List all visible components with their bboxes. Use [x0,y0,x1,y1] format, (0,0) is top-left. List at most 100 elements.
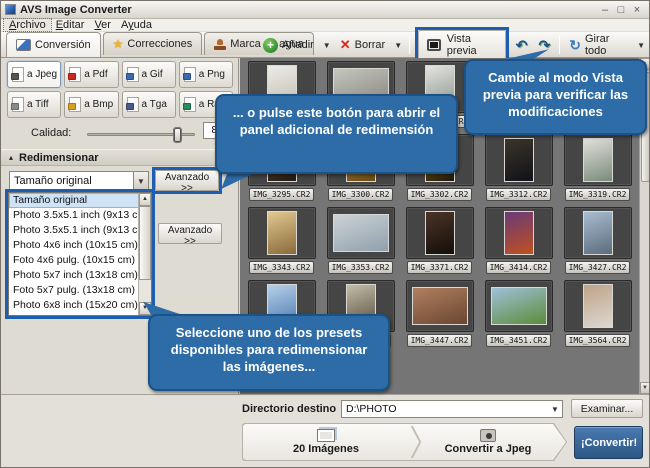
format-a-bmp-button[interactable]: a Bmp [64,91,118,118]
format-label: a Tga [142,99,167,110]
format-a-png-button[interactable]: a Png [179,61,233,88]
preview-label: Vista previa [447,33,497,57]
format-a-gif-button[interactable]: a Gif [122,61,176,88]
resize-section-header[interactable]: ▴ Redimensionar [1,149,238,166]
format-label: a Gif [142,69,163,80]
rotate-left-button[interactable]: ↶ [512,36,532,54]
thumbnail-filename: IMG_3564.CR2 [565,334,631,347]
destination-path: D:\PHOTO [342,403,548,415]
thumbnail-frame [248,207,316,259]
format-a-tga-button[interactable]: a Tga [122,91,176,118]
grid-item[interactable]: IMG_3427.CR2 [558,207,637,277]
scroll-up-icon[interactable]: ▲ [139,193,151,206]
menu-item-ayuda[interactable]: Ayuda [116,19,157,31]
file-format-icon [127,97,139,112]
thumbnail-filename: IMG_3353.CR2 [328,261,394,274]
images-stack-icon [317,429,335,442]
menu-item-editar[interactable]: Editar [51,19,90,31]
delete-icon: ✕ [340,37,351,53]
add-button[interactable]: + Añadir [259,36,318,55]
convert-action-label: Convertir a Jpeg [445,443,532,455]
browse-button[interactable]: Examinar... [571,399,643,418]
thumbnail-frame [406,207,474,259]
thumbnail-filename: IMG_3427.CR2 [565,261,631,274]
preset-option[interactable]: Photo 5x7 inch (13x18 cm) normal [9,268,151,283]
preset-option[interactable]: Tamaño original [9,193,151,208]
quality-slider[interactable] [87,133,195,136]
delete-label: Borrar [355,39,386,51]
format-a-jpeg-button[interactable]: a Jpeg [7,61,61,88]
resize-header-label: Redimensionar [19,152,98,164]
scrollbar-thumb[interactable] [139,206,151,280]
thumbnail-frame [485,134,553,186]
thumbnail-filename: IMG_3312.CR2 [486,188,552,201]
preset-list-scrollbar[interactable]: ▲ ▼ [138,193,151,315]
quality-slider-thumb[interactable] [173,127,182,143]
preset-option[interactable]: Photo 3.5x5.1 inch (9x13 cm) 300dpi [9,223,151,238]
tab-label: Conversión [35,39,91,51]
grid-item[interactable]: IMG_3312.CR2 [479,134,558,204]
thumbnail-photo [491,287,547,325]
conversion-icon [16,39,31,51]
toolbar: + Añadir ▼ ✕ Borrar ▼ Vista previa ↶ ↷ ↻ [259,32,647,58]
add-dropdown-arrow[interactable]: ▼ [321,41,333,50]
resize-preset-combo[interactable]: Tamaño original ▼ [9,171,149,191]
thumbnail-frame [564,280,632,332]
preset-option[interactable]: Foto 4x6 pulg. (10x15 cm) 300dpi [9,253,151,268]
preset-option[interactable]: Photo 6x8 inch (15x20 cm) normal [9,298,151,313]
grid-item[interactable]: IMG_3414.CR2 [479,207,558,277]
thumbnail-frame [485,280,553,332]
grid-item[interactable]: IMG_3447.CR2 [400,280,479,350]
advanced-button-2[interactable]: Avanzado >> [158,223,222,244]
thumbnail-photo [504,211,534,255]
combo-dropdown-arrow[interactable]: ▼ [133,172,148,190]
minimize-button[interactable]: – [597,2,613,18]
chevron-divider [410,425,422,459]
thumbnail-frame [564,134,632,186]
file-format-icon [69,67,81,82]
maximize-button[interactable]: □ [613,2,629,18]
grid-scroll-down-icon[interactable]: ▼ [640,382,650,394]
file-format-icon [184,97,196,112]
rotate-all-button[interactable]: ↻ Girar todo [565,31,632,59]
tab-label: Correcciones [127,38,192,50]
grid-item[interactable]: IMG_3353.CR2 [321,207,400,277]
grid-item[interactable]: IMG_3319.CR2 [558,134,637,204]
menu-item-ver[interactable]: Ver [89,19,116,31]
grid-item[interactable]: IMG_3451.CR2 [479,280,558,350]
preset-option[interactable]: Photo 4x6 inch (10x15 cm) normal [9,238,151,253]
star-icon: ★ [113,38,124,50]
app-icon [5,4,16,15]
convert-action-segment: Convertir a Jpeg [422,423,554,461]
file-format-icon [12,67,24,82]
format-label: a Bmp [84,99,113,110]
grid-item[interactable]: IMG_3371.CR2 [400,207,479,277]
tab-toolbar-row: Conversión★CorreccionesMarca de agua + A… [1,32,649,58]
rotate-all-dropdown-arrow[interactable]: ▼ [635,41,647,50]
convert-button[interactable]: ¡Convertir! [574,426,643,459]
tab-correcciones[interactable]: ★Correcciones [103,32,203,55]
grid-row: IMG_3343.CR2IMG_3353.CR2IMG_3371.CR2IMG_… [242,207,638,277]
menu-item-archivo[interactable]: Archivo [4,19,51,31]
format-a-tiff-button[interactable]: a Tiff [7,91,61,118]
destination-dropdown-arrow[interactable]: ▼ [548,405,562,414]
preview-button[interactable]: Vista previa [418,30,506,60]
destination-combo[interactable]: D:\PHOTO ▼ [341,400,563,418]
grid-item[interactable]: IMG_3564.CR2 [558,280,637,350]
delete-button[interactable]: ✕ Borrar [336,35,389,55]
format-a-pdf-button[interactable]: a Pdf [64,61,118,88]
advanced-button[interactable]: Avanzado >> [155,170,219,191]
thumbnail-filename: IMG_3300.CR2 [328,188,394,201]
close-button[interactable]: × [629,2,645,18]
preset-option[interactable]: Foto 5x7 pulg. (13x18 cm) 300dpi [9,283,151,298]
thumbnail-photo [267,211,297,255]
delete-dropdown-arrow[interactable]: ▼ [392,41,404,50]
menu-bar: ArchivoEditarVerAyuda [1,19,649,32]
format-label: a Png [199,69,225,80]
thumbnail-filename: IMG_3343.CR2 [249,261,315,274]
grid-item[interactable]: IMG_3343.CR2 [242,207,321,277]
tab-conversión[interactable]: Conversión [6,32,101,57]
preset-option[interactable]: Photo 3.5x5.1 inch (9x13 cm) normal [9,208,151,223]
preset-dropdown-list: Tamaño originalPhoto 3.5x5.1 inch (9x13 … [8,192,152,316]
format-label: a Jpeg [27,69,57,80]
